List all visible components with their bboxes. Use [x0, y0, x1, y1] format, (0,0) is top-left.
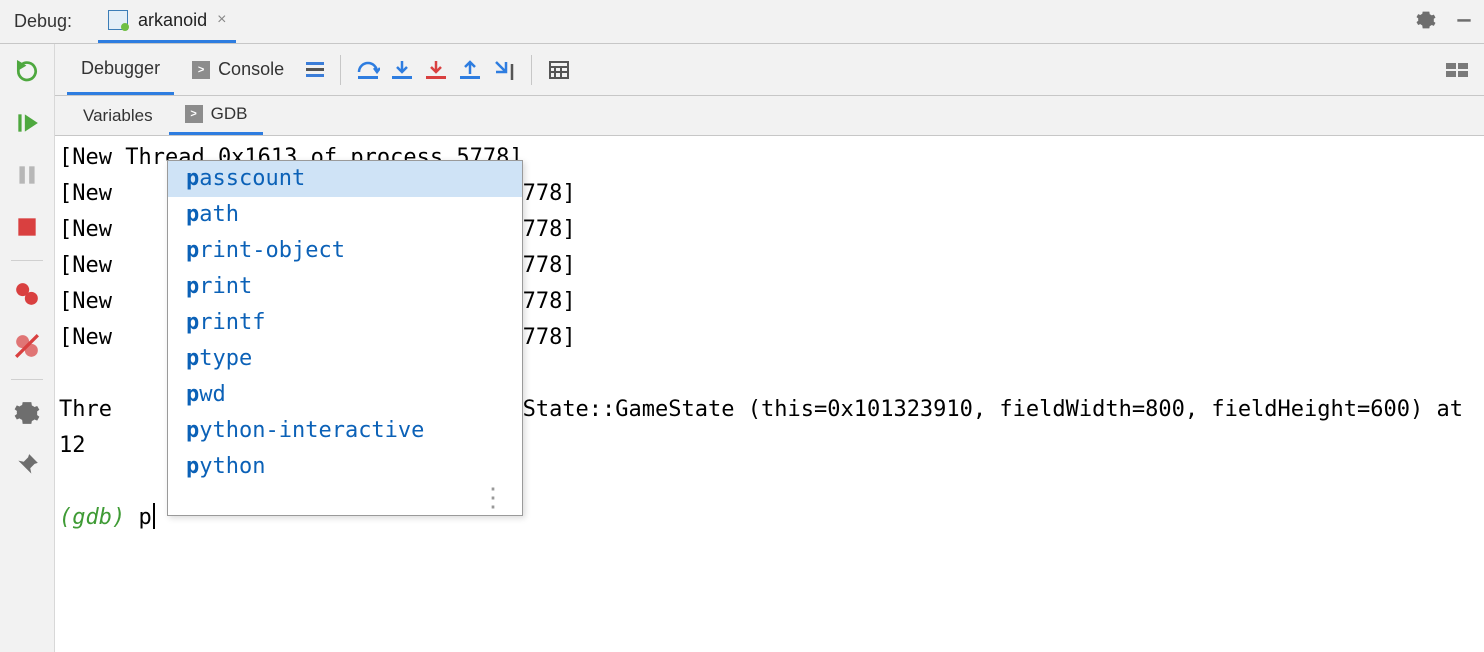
console-chevron-icon: >: [192, 61, 210, 79]
rerun-icon[interactable]: [14, 58, 40, 84]
autocomplete-item[interactable]: python: [168, 449, 522, 485]
gdb-input[interactable]: p: [138, 505, 151, 530]
gdb-console[interactable]: [New Thread 0x1613 of process 5778][New …: [55, 136, 1484, 652]
autocomplete-item[interactable]: print-object: [168, 233, 522, 269]
layout-settings-icon[interactable]: [1442, 55, 1472, 85]
subtab-gdb[interactable]: > GDB: [169, 96, 264, 135]
autocomplete-item[interactable]: pwd: [168, 377, 522, 413]
autocomplete-item[interactable]: print: [168, 269, 522, 305]
separator: [531, 55, 532, 85]
resume-icon[interactable]: [14, 110, 40, 136]
subtab-gdb-label: GDB: [211, 104, 248, 124]
run-to-cursor-icon[interactable]: [489, 55, 519, 85]
minimize-icon[interactable]: [1454, 10, 1474, 33]
tab-debugger-label: Debugger: [81, 58, 160, 79]
debug-tab-arkanoid[interactable]: arkanoid ×: [98, 0, 236, 43]
debug-label: Debug:: [14, 11, 72, 32]
close-icon[interactable]: ×: [217, 11, 226, 29]
step-over-icon[interactable]: [353, 55, 383, 85]
threads-icon[interactable]: [306, 62, 324, 77]
tab-console-label: Console: [218, 59, 284, 80]
gear-icon[interactable]: [1416, 10, 1436, 33]
debugger-subtabs: Variables > GDB: [55, 96, 1484, 136]
debugger-toolbar: Debugger > Console: [55, 44, 1484, 96]
evaluate-expression-icon[interactable]: [544, 55, 574, 85]
step-into-icon[interactable]: [387, 55, 417, 85]
subtab-variables-label: Variables: [83, 106, 153, 126]
gdb-prompt: (gdb): [59, 505, 138, 530]
run-config-icon: [108, 10, 128, 30]
debug-tab-label: arkanoid: [138, 10, 207, 31]
tab-console[interactable]: > Console: [178, 44, 298, 95]
autocomplete-item[interactable]: printf: [168, 305, 522, 341]
separator: [340, 55, 341, 85]
pause-icon[interactable]: [14, 162, 40, 188]
subtab-variables[interactable]: Variables: [67, 96, 169, 135]
debug-content-area: Debugger > Console: [55, 44, 1484, 652]
step-out-icon[interactable]: [455, 55, 485, 85]
view-breakpoints-icon[interactable]: [14, 281, 40, 307]
autocomplete-item[interactable]: ptype: [168, 341, 522, 377]
separator: [11, 379, 43, 380]
gdb-chevron-icon: >: [185, 105, 203, 123]
window-controls: [1416, 10, 1474, 33]
separator: [11, 260, 43, 261]
autocomplete-item[interactable]: path: [168, 197, 522, 233]
pin-icon[interactable]: [14, 452, 40, 478]
mute-breakpoints-icon[interactable]: [14, 333, 40, 359]
tab-debugger[interactable]: Debugger: [67, 44, 174, 95]
more-icon[interactable]: ⋮: [168, 485, 522, 515]
settings-icon[interactable]: [14, 400, 40, 426]
debug-side-toolbar: [0, 44, 55, 652]
stop-icon[interactable]: [14, 214, 40, 240]
autocomplete-item[interactable]: passcount: [168, 161, 522, 197]
autocomplete-item[interactable]: python-interactive: [168, 413, 522, 449]
autocomplete-popup[interactable]: passcountpathprint-objectprintprintfptyp…: [167, 160, 523, 516]
text-cursor: [153, 503, 155, 529]
force-step-into-icon[interactable]: [421, 55, 451, 85]
title-bar: Debug: arkanoid ×: [0, 0, 1484, 44]
